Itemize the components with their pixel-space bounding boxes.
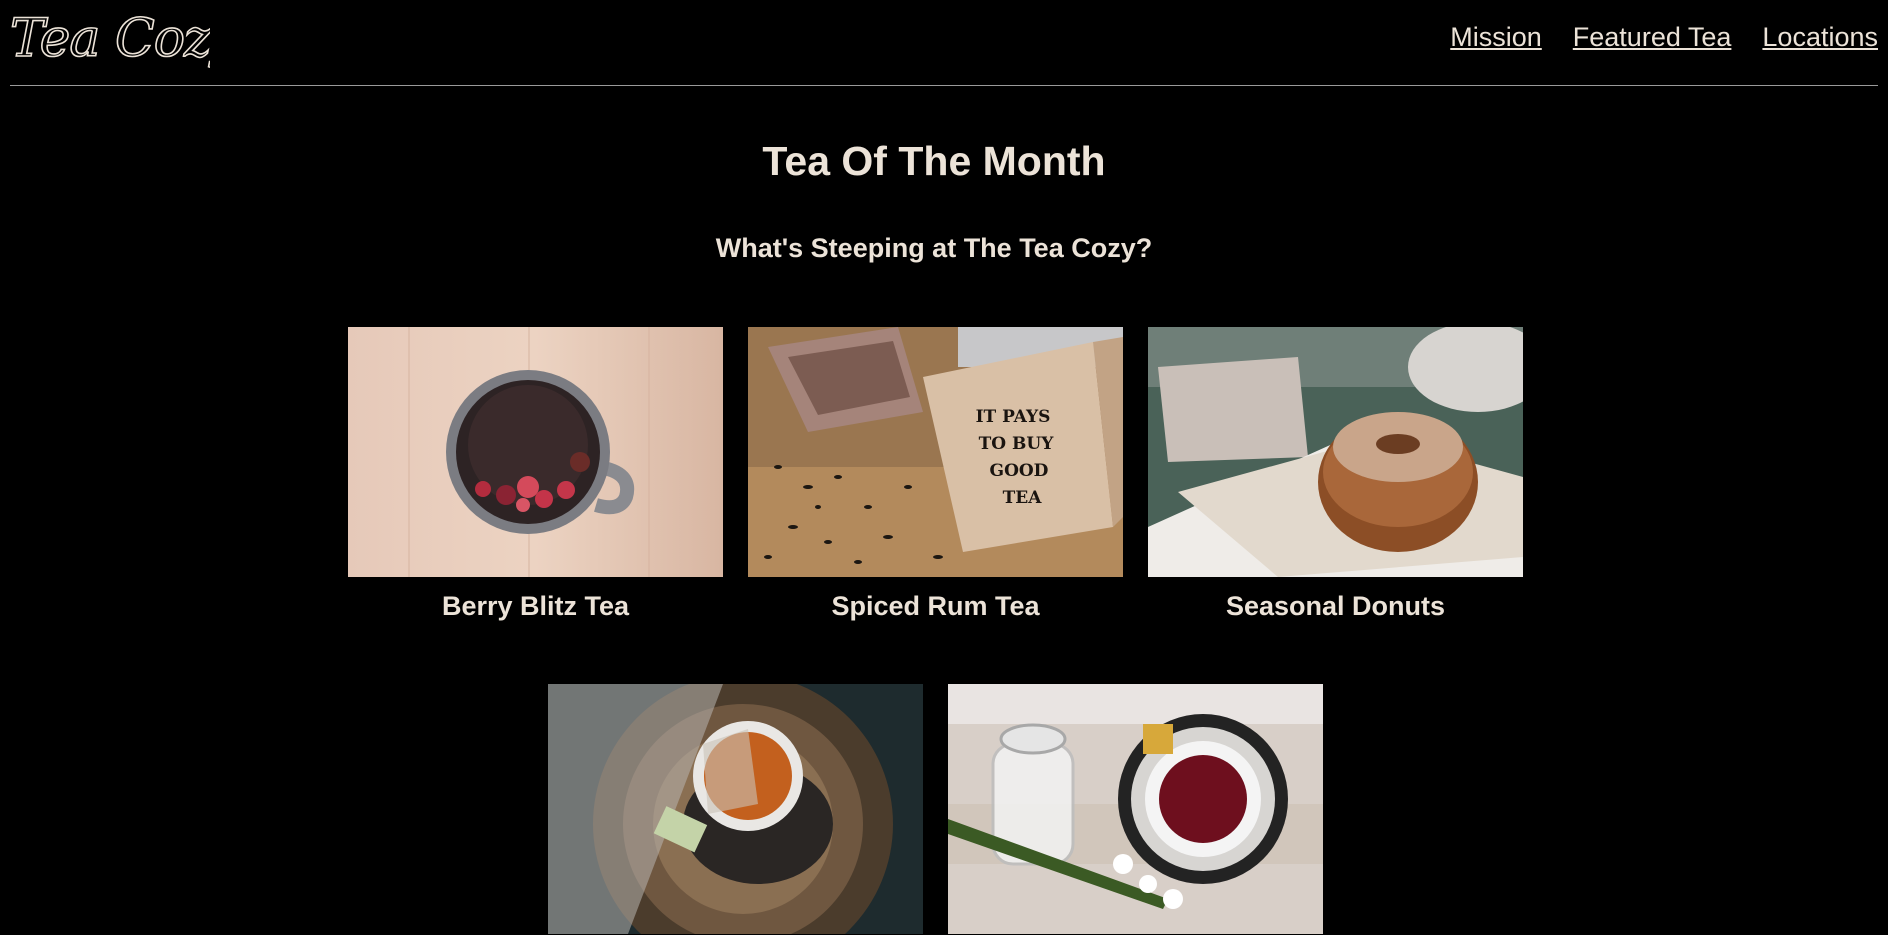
nav-link-mission[interactable]: Mission	[1450, 22, 1542, 53]
svg-text:GOOD: GOOD	[990, 461, 1049, 481]
page-title: Tea Of The Month	[762, 138, 1106, 184]
nav-link-featured-tea[interactable]: Featured Tea	[1573, 22, 1732, 53]
tea-card-spiced-rum[interactable]: IT PAYS TO BUY GOOD TEA Spiced Rum Tea	[748, 327, 1123, 622]
tea-card-5[interactable]	[948, 684, 1323, 935]
svg-text:Tea Cozy: Tea Cozy	[10, 9, 210, 69]
card-caption: Spiced Rum Tea	[831, 591, 1040, 621]
tea-card-seasonal-donuts[interactable]: Seasonal Donuts	[1148, 327, 1523, 622]
seasonal-donuts-image	[1148, 327, 1523, 577]
nav-link-locations[interactable]: Locations	[1762, 22, 1878, 53]
svg-text:IT PAYS: IT PAYS	[976, 407, 1051, 427]
card-caption: Berry Blitz Tea	[441, 591, 630, 621]
svg-text:TEA: TEA	[1003, 488, 1043, 508]
berry-blitz-tea-image	[348, 327, 723, 577]
red-tea-with-jar-image	[948, 684, 1323, 934]
card-caption: Seasonal Donuts	[1225, 591, 1446, 621]
header: Tea Cozy Mission Featured Tea Locations	[10, 0, 1878, 86]
tea-card-berry-blitz[interactable]: Berry Blitz Tea	[348, 327, 723, 622]
spiced-rum-tea-image: IT PAYS TO BUY GOOD TEA	[748, 327, 1123, 577]
tea-cup-with-teabag-image	[548, 684, 923, 934]
main-nav: Mission Featured Tea Locations	[1450, 22, 1878, 53]
tea-card-4[interactable]	[548, 684, 923, 935]
svg-text:TO BUY: TO BUY	[979, 434, 1055, 454]
tea-cozy-logo[interactable]: Tea Cozy	[10, 4, 210, 78]
page: Tea Cozy Mission Featured Tea Locations …	[0, 0, 1888, 935]
page-subtitle: What's Steeping at The Tea Cozy?	[715, 233, 1153, 263]
